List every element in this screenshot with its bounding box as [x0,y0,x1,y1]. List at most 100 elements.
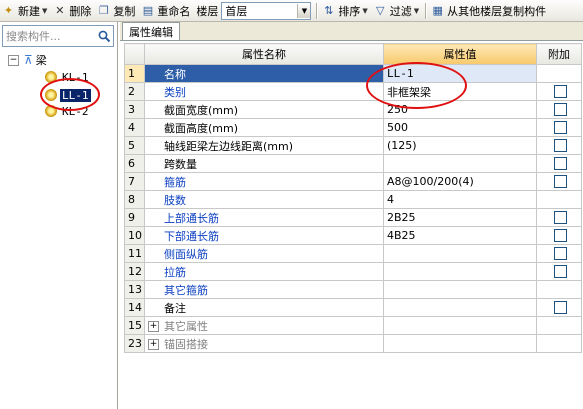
copy-from-floor-label: 从其他楼层复制构件 [447,4,547,18]
new-label: 新建 [18,4,40,18]
expand-icon[interactable]: + [148,339,159,350]
extra-checkbox[interactable] [554,157,567,170]
table-row[interactable]: 13 其它箍筋 [124,280,582,299]
property-value[interactable]: A8@100/200(4) [383,172,537,191]
extra-cell [536,136,582,155]
row-number: 9 [124,208,145,227]
extra-checkbox[interactable] [554,175,567,188]
extra-checkbox[interactable] [554,103,567,116]
extra-checkbox[interactable] [554,247,567,260]
search-input[interactable]: 搜索构件... [3,28,95,44]
table-row[interactable]: 4 截面高度(mm) 500 [124,118,582,137]
extra-checkbox[interactable] [554,301,567,314]
property-value[interactable]: 4B25 [383,226,537,245]
floor-label: 楼层 [196,4,219,18]
row-number: 5 [124,136,145,155]
row-number: 13 [124,280,145,299]
delete-icon: ✕ [55,4,65,17]
property-name-text: 拉筋 [164,265,186,279]
extra-checkbox[interactable] [554,121,567,134]
table-row-group[interactable]: 23 + 锚固搭接 [124,334,582,353]
chevron-down-icon[interactable]: ▼ [297,3,311,18]
floor-select[interactable]: 首层 ▼ [221,1,312,20]
rename-label: 重命名 [157,4,191,18]
tree-node-beam[interactable]: − ⊼ 梁 [8,52,47,68]
tab-bar: 属性编辑 [120,22,583,41]
table-row[interactable]: 10 下部通长筋 4B25 [124,226,582,245]
copy-from-floor-button[interactable]: ▦ 从其他楼层复制构件 [429,1,549,20]
row-number: 10 [124,226,145,245]
extra-checkbox[interactable] [554,85,567,98]
tab-property-editor[interactable]: 属性编辑 [122,22,180,40]
table-row[interactable]: 5 轴线距梁左边线距离(mm) (125) [124,136,582,155]
tab-label: 属性编辑 [129,25,173,39]
property-name: 跨数量 [144,154,384,173]
row-number: 15 [124,316,145,335]
property-name-text: 下部通长筋 [164,229,219,243]
tree-collapse-icon[interactable]: − [8,54,19,66]
table-row[interactable]: 1 名称 LL-1 [124,64,582,83]
new-icon: ✦ [3,4,14,17]
row-number: 11 [124,244,145,263]
extra-checkbox[interactable] [554,211,567,224]
search-icon[interactable] [95,27,113,45]
property-value [383,334,537,353]
filter-button[interactable]: ▽ 过滤 ▼ [372,1,422,20]
copy-icon: ❐ [98,4,109,17]
row-number: 14 [124,298,145,317]
delete-label: 删除 [69,4,92,18]
toolbar: ✦ 新建 ▼ ✕ 删除 ❐ 复制 ▤ 重命名 楼层 首层 ▼ ⇅ 排序 ▼ ▽ … [0,0,583,22]
property-group-name: + 其它属性 [144,316,384,335]
property-name-text: 名称 [164,67,186,81]
row-number: 12 [124,262,145,281]
extra-checkbox[interactable] [554,229,567,242]
table-row[interactable]: 9 上部通长筋 2B25 [124,208,582,227]
table-row[interactable]: 7 箍筋 A8@100/200(4) [124,172,582,191]
table-row[interactable]: 8 肢数 4 [124,190,582,209]
table-row[interactable]: 12 拉筋 [124,262,582,281]
property-value[interactable]: 4 [383,190,537,209]
new-button[interactable]: ✦ 新建 ▼ [0,1,50,20]
property-name-text: 轴线距梁左边线距离(mm) [164,139,294,153]
extra-checkbox[interactable] [554,265,567,278]
property-value[interactable] [383,244,537,263]
annotation-circle-name-value [366,62,467,109]
property-value[interactable]: (125) [383,136,537,155]
property-name: 类别 [144,82,384,101]
property-name-text: 备注 [164,301,186,315]
copy-button[interactable]: ❐ 复制 [95,1,138,20]
filter-icon: ▽ [376,4,385,17]
table-row[interactable]: 6 跨数量 [124,154,582,173]
row-number: 7 [124,172,145,191]
table-row[interactable]: 3 截面宽度(mm) 250 [124,100,582,119]
extra-cell [536,262,582,281]
table-row-group[interactable]: 15 + 其它属性 [124,316,582,335]
copy-from-floor-icon: ▦ [432,4,443,17]
table-row[interactable]: 14 备注 [124,298,582,317]
property-value[interactable]: 2B25 [383,208,537,227]
extra-checkbox[interactable] [554,139,567,152]
table-row[interactable]: 2 类别 非框架梁 [124,82,582,101]
extra-cell [536,226,582,245]
table-row[interactable]: 11 侧面纵筋 [124,244,582,263]
sort-icon: ⇅ [324,4,334,17]
rename-icon: ▤ [142,4,154,17]
tree-root-label: 梁 [35,54,47,67]
expand-icon[interactable]: + [148,321,159,332]
extra-cell [536,100,582,119]
property-value[interactable] [383,280,537,299]
sort-button[interactable]: ⇅ 排序 ▼ [320,1,370,20]
extra-cell [536,334,582,353]
table-header: 属性名称 属性值 附加 [124,43,582,65]
rename-button[interactable]: ▤ 重命名 [139,1,193,20]
property-value[interactable]: 500 [383,118,537,137]
property-name: 备注 [144,298,384,317]
property-value[interactable] [383,298,537,317]
property-value[interactable] [383,262,537,281]
delete-button[interactable]: ✕ 删除 [51,1,94,20]
column-header-value: 属性值 [383,43,537,65]
property-value [383,316,537,335]
row-number: 6 [124,154,145,173]
property-value[interactable] [383,154,537,173]
chevron-down-icon: ▼ [42,6,48,15]
